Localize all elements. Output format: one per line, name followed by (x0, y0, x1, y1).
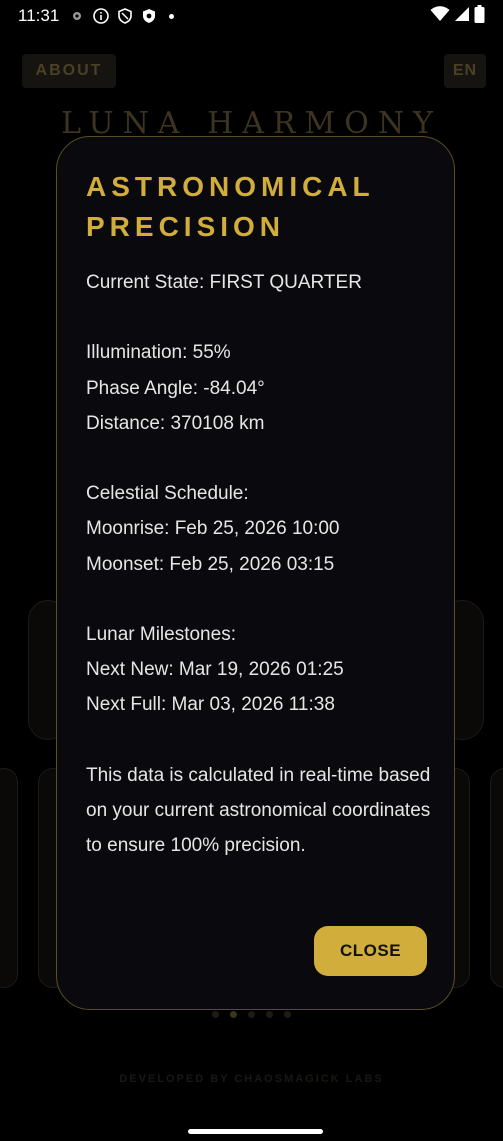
footer-credit: DEVELOPED BY CHAOSMAGICK LABS (119, 1073, 384, 1085)
page-dot-active[interactable] (230, 1011, 237, 1018)
milestones-heading: Lunar Milestones: (86, 623, 236, 645)
moonset-text: Moonset: Feb 25, 2026 03:15 (86, 553, 335, 575)
moonrise-text: Moonrise: Feb 25, 2026 10:00 (86, 518, 340, 540)
next-new-moon-text: Next New: Mar 19, 2026 01:25 (86, 659, 344, 681)
next-full-moon-text: Next Full: Mar 03, 2026 11:38 (86, 694, 335, 716)
page-dot[interactable] (284, 1011, 291, 1018)
page-dot[interactable] (248, 1011, 255, 1018)
current-state-text: Current State: FIRST QUARTER (86, 272, 362, 293)
dialog-body: Current State: FIRST QUARTER Illuminatio… (86, 265, 430, 863)
precision-note: This data is calculated in real-time bas… (86, 764, 431, 857)
schedule-heading: Celestial Schedule: (86, 483, 249, 505)
dialog-title: ASTRONOMICAL PRECISION (86, 171, 375, 242)
about-button[interactable]: ABOUT (22, 54, 116, 88)
page-dot[interactable] (212, 1011, 219, 1018)
home-indicator[interactable] (188, 1129, 323, 1134)
phase-angle-text: Phase Angle: -84.04° (86, 377, 265, 399)
illumination-text: Illumination: 55% (86, 342, 231, 364)
close-button[interactable]: CLOSE (314, 926, 427, 976)
astronomical-precision-dialog: ASTRONOMICAL PRECISION Current State: FI… (56, 136, 455, 1010)
background-card (490, 768, 503, 988)
page-dot[interactable] (266, 1011, 273, 1018)
language-button[interactable]: EN (444, 54, 486, 88)
page-indicator (0, 1011, 503, 1018)
background-card (0, 768, 18, 988)
distance-text: Distance: 370108 km (86, 412, 265, 434)
